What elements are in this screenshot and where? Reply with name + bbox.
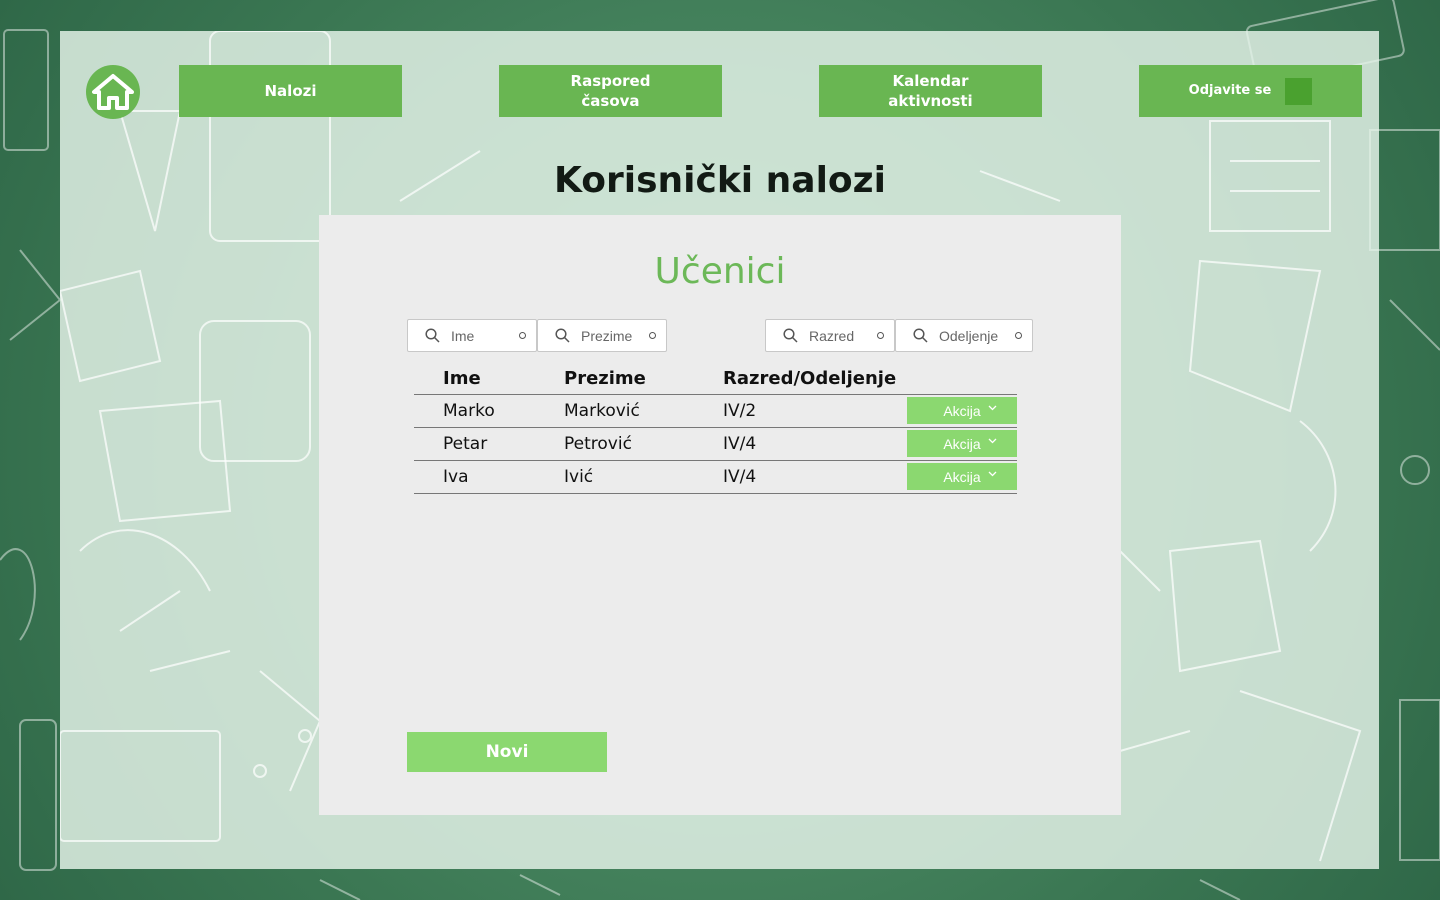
clear-icon[interactable] xyxy=(877,332,884,339)
cell-prezime: Marković xyxy=(564,394,723,428)
cell-ime: Iva xyxy=(414,460,564,494)
header-prezime: Prezime xyxy=(564,363,723,395)
akcija-label: Akcija xyxy=(943,435,981,452)
nav-kalendar-label-2: aktivnosti xyxy=(888,92,973,110)
search-icon xyxy=(425,328,440,343)
chevron-down-icon xyxy=(988,405,997,411)
nav-nalozi-label: Nalozi xyxy=(264,82,317,100)
filter-ime-placeholder: Ime xyxy=(451,327,475,344)
cell-razred: IV/4 xyxy=(723,427,907,461)
clear-icon[interactable] xyxy=(1015,332,1022,339)
cell-prezime: Ivić xyxy=(564,460,723,494)
nav-raspored-label-1: Raspored xyxy=(570,72,651,90)
filter-razred-input[interactable]: Razred xyxy=(765,319,895,352)
akcija-label: Akcija xyxy=(943,402,981,419)
cell-action: Akcija xyxy=(907,427,1017,461)
akcija-dropdown[interactable]: Akcija xyxy=(907,397,1017,424)
akcija-dropdown[interactable]: Akcija xyxy=(907,430,1017,457)
cell-ime: Petar xyxy=(414,427,564,461)
new-student-button[interactable]: Novi xyxy=(407,732,607,772)
nav-raspored-label-2: časova xyxy=(581,92,640,110)
table-row: Marko Marković IV/2 Akcija xyxy=(414,394,1017,428)
cell-action: Akcija xyxy=(907,394,1017,428)
filter-ime-input[interactable]: Ime xyxy=(407,319,537,352)
page-title: Korisnički nalozi xyxy=(554,160,886,201)
filter-prezime-input[interactable]: Prezime xyxy=(537,319,667,352)
table-row: Iva Ivić IV/4 Akcija xyxy=(414,460,1017,494)
filter-razred-placeholder: Razred xyxy=(809,327,855,344)
search-icon xyxy=(783,328,798,343)
nav-nalozi-button[interactable]: Nalozi xyxy=(179,65,402,117)
header-razred: Razred/Odeljenje xyxy=(723,363,907,395)
filter-odeljenje-input[interactable]: Odeljenje xyxy=(895,319,1033,352)
cell-prezime: Petrović xyxy=(564,427,723,461)
logout-icon xyxy=(1285,77,1313,105)
chevron-down-icon xyxy=(988,471,997,477)
cell-action: Akcija xyxy=(907,460,1017,494)
search-icon xyxy=(913,328,928,343)
cell-ime: Marko xyxy=(414,394,564,428)
akcija-dropdown[interactable]: Akcija xyxy=(907,463,1017,490)
home-button[interactable] xyxy=(86,65,140,119)
nav-raspored-button[interactable]: Raspored časova xyxy=(499,65,722,117)
logout-button[interactable]: Odjavite se xyxy=(1139,65,1362,117)
nav-kalendar-label-1: Kalendar xyxy=(892,72,969,90)
table-row: Petar Petrović IV/4 Akcija xyxy=(414,427,1017,461)
header-ime: Ime xyxy=(414,363,564,395)
cell-razred: IV/4 xyxy=(723,460,907,494)
students-panel: Učenici Ime Prezime Razred Odeljenje Ime xyxy=(319,215,1121,815)
table-header-row: Ime Prezime Razred/Odeljenje xyxy=(414,363,1017,395)
section-title: Učenici xyxy=(654,251,786,292)
nav-kalendar-button[interactable]: Kalendar aktivnosti xyxy=(819,65,1042,117)
filter-prezime-placeholder: Prezime xyxy=(581,327,633,344)
logout-label: Odjavite se xyxy=(1188,83,1272,98)
chevron-down-icon xyxy=(988,438,997,444)
search-icon xyxy=(555,328,570,343)
akcija-label: Akcija xyxy=(943,468,981,485)
filter-odeljenje-placeholder: Odeljenje xyxy=(939,327,999,344)
cell-razred: IV/2 xyxy=(723,394,907,428)
clear-icon[interactable] xyxy=(519,332,526,339)
home-icon xyxy=(92,74,134,110)
header-action xyxy=(907,363,1017,395)
clear-icon[interactable] xyxy=(649,332,656,339)
students-table: Ime Prezime Razred/Odeljenje Marko Marko… xyxy=(414,363,1017,494)
